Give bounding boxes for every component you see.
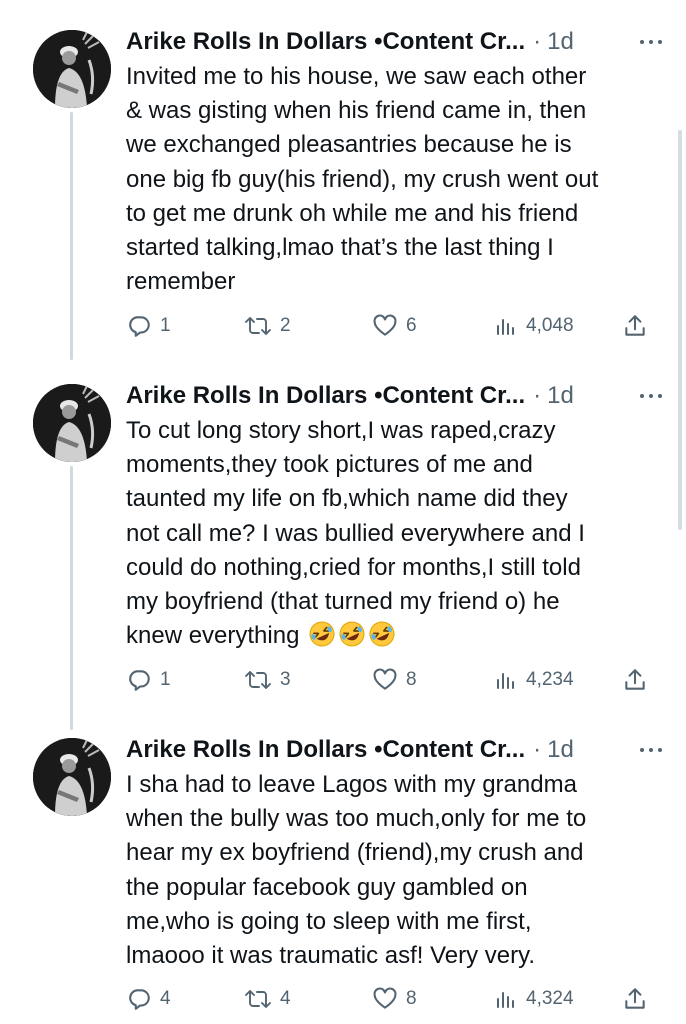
action-bar: 1 3 8 4,234 xyxy=(126,664,666,696)
like-icon xyxy=(372,313,398,339)
tweet-thread: Arike Rolls In Dollars •Content Cr... · … xyxy=(0,0,686,1024)
more-icon[interactable] xyxy=(636,30,666,54)
tweet-text: I sha had to leave Lagos with my grandma… xyxy=(126,771,587,970)
like-count: 6 xyxy=(406,315,417,336)
reply-count: 4 xyxy=(160,988,171,1009)
separator: · xyxy=(533,28,542,55)
author-name[interactable]: Arike Rolls In Dollars •Content Cr... xyxy=(126,28,525,56)
retweet-button[interactable]: 3 xyxy=(244,664,291,696)
share-icon xyxy=(622,667,648,693)
retweet-icon xyxy=(244,667,272,693)
tweet[interactable]: Arike Rolls In Dollars •Content Cr... · … xyxy=(0,354,686,709)
tweet-text: To cut long story short,I was raped,craz… xyxy=(126,414,666,653)
retweet-icon xyxy=(244,313,272,339)
timestamp[interactable]: 1d xyxy=(547,28,574,56)
retweet-icon xyxy=(244,986,272,1012)
reply-icon xyxy=(126,667,152,693)
views-count: 4,324 xyxy=(526,988,574,1009)
retweet-count: 2 xyxy=(280,315,291,336)
retweet-count: 4 xyxy=(280,988,291,1009)
tweet-header: Arike Rolls In Dollars •Content Cr... · … xyxy=(126,26,666,58)
avatar[interactable] xyxy=(33,30,111,108)
tweet-header: Arike Rolls In Dollars •Content Cr... · … xyxy=(126,734,666,766)
tweet-text-content: To cut long story short,I was raped,craz… xyxy=(126,417,585,650)
like-button[interactable]: 8 xyxy=(372,983,417,1015)
reply-button[interactable]: 1 xyxy=(126,310,171,342)
tweet-text: Invited me to his house, we saw each oth… xyxy=(126,63,599,296)
separator: · xyxy=(533,736,542,763)
views-button[interactable]: 4,048 xyxy=(494,310,574,342)
views-icon xyxy=(494,313,518,339)
views-button[interactable]: 4,324 xyxy=(494,983,574,1015)
timestamp[interactable]: 1d xyxy=(547,382,574,410)
rolling-on-floor-laughing-emoji xyxy=(308,620,336,648)
like-count: 8 xyxy=(406,669,417,690)
rolling-on-floor-laughing-emoji xyxy=(368,620,396,648)
share-icon xyxy=(622,986,648,1012)
author-name[interactable]: Arike Rolls In Dollars •Content Cr... xyxy=(126,736,525,764)
action-bar: 4 4 8 4,324 xyxy=(126,983,666,1015)
retweet-count: 3 xyxy=(280,669,291,690)
rolling-on-floor-laughing-emoji xyxy=(338,620,366,648)
like-icon xyxy=(372,667,398,693)
reply-icon xyxy=(126,986,152,1012)
reply-count: 1 xyxy=(160,315,171,336)
separator: · xyxy=(533,382,542,409)
share-button[interactable] xyxy=(622,983,648,1015)
tweet-header: Arike Rolls In Dollars •Content Cr... · … xyxy=(126,380,666,412)
reply-count: 1 xyxy=(160,669,171,690)
reply-button[interactable]: 4 xyxy=(126,983,171,1015)
like-icon xyxy=(372,986,398,1012)
avatar[interactable] xyxy=(33,738,111,816)
tweet[interactable]: Arike Rolls In Dollars •Content Cr... · … xyxy=(0,708,686,1024)
action-bar: 1 2 6 4,048 xyxy=(126,310,666,342)
share-button[interactable] xyxy=(622,310,648,342)
tweet[interactable]: Arike Rolls In Dollars •Content Cr... · … xyxy=(0,0,686,355)
retweet-button[interactable]: 4 xyxy=(244,983,291,1015)
like-button[interactable]: 6 xyxy=(372,310,417,342)
timestamp[interactable]: 1d xyxy=(547,736,574,764)
reply-button[interactable]: 1 xyxy=(126,664,171,696)
more-icon[interactable] xyxy=(636,384,666,408)
views-count: 4,234 xyxy=(526,669,574,690)
reply-icon xyxy=(126,313,152,339)
more-icon[interactable] xyxy=(636,738,666,762)
share-button[interactable] xyxy=(622,664,648,696)
avatar[interactable] xyxy=(33,384,111,462)
share-icon xyxy=(622,313,648,339)
views-icon xyxy=(494,986,518,1012)
views-button[interactable]: 4,234 xyxy=(494,664,574,696)
views-icon xyxy=(494,667,518,693)
views-count: 4,048 xyxy=(526,315,574,336)
retweet-button[interactable]: 2 xyxy=(244,310,291,342)
author-name[interactable]: Arike Rolls In Dollars •Content Cr... xyxy=(126,382,525,410)
like-button[interactable]: 8 xyxy=(372,664,417,696)
like-count: 8 xyxy=(406,988,417,1009)
